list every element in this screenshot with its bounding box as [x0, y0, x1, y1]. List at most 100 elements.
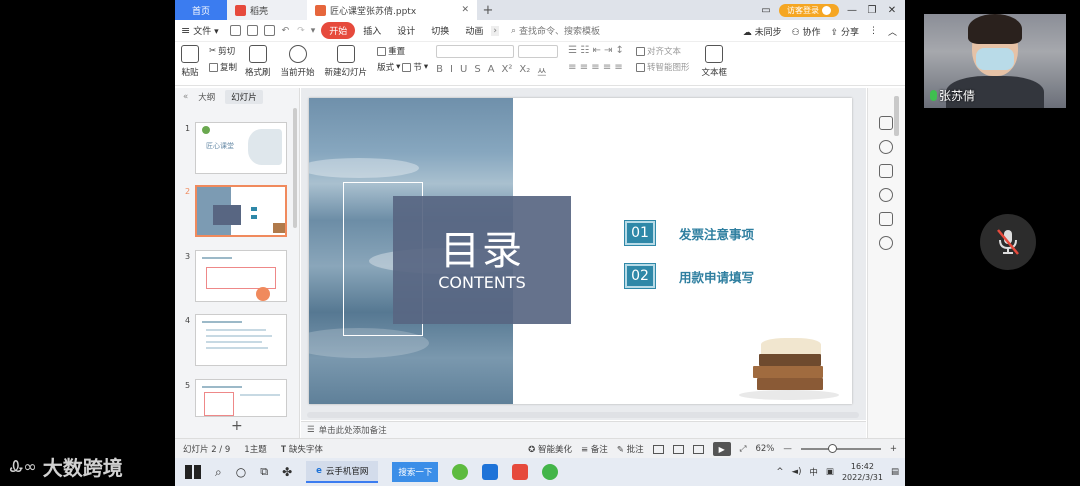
volume-icon[interactable]: ◄) [792, 467, 802, 477]
collapse-ribbon-icon[interactable]: ︿ [888, 25, 897, 38]
close-icon[interactable]: ✕ [885, 5, 899, 16]
wechat-icon[interactable] [542, 464, 559, 480]
thumbnail-2[interactable]: 2 [175, 185, 295, 239]
wps-tray-icon[interactable]: ▣ [826, 467, 834, 477]
notes-bar[interactable]: ☰ 单击此处添加备注 [301, 421, 866, 438]
add-slide-icon[interactable]: + [231, 418, 243, 434]
cut-button[interactable]: ✂ 剪切 [209, 45, 237, 57]
bold-icon[interactable]: B [436, 64, 443, 79]
reset-button[interactable]: 重置 [377, 45, 428, 57]
convert-smartart-button[interactable]: 转智能图形 [635, 61, 689, 73]
horizontal-scrollbar[interactable] [307, 412, 859, 418]
tab-home[interactable]: 首页 [175, 0, 227, 20]
subscript-icon[interactable]: X₂ [519, 64, 530, 79]
theme-label[interactable]: 1主题 [244, 443, 266, 455]
new-slide-button[interactable]: 新建幻灯片 [325, 45, 367, 78]
browser-icon[interactable] [452, 464, 469, 480]
share-button[interactable]: ⇪ 分享 [831, 25, 859, 38]
menu-insert[interactable]: 插入 [355, 24, 389, 37]
menu-more-icon[interactable]: › [491, 25, 499, 36]
menu-file[interactable]: 文件 ▾ [193, 24, 226, 37]
preview-icon[interactable] [263, 25, 275, 36]
menu-transition[interactable]: 切换 [423, 24, 457, 37]
new-tab-button[interactable]: + [477, 0, 499, 20]
reading-view-icon[interactable] [692, 444, 704, 454]
sync-button[interactable]: ☁ 未同步 [743, 25, 782, 38]
app-icon[interactable]: ✤ [282, 465, 292, 479]
menu-design[interactable]: 设计 [389, 24, 423, 37]
zoom-slider-knob[interactable] [827, 444, 837, 453]
ime-indicator[interactable]: 中 [809, 466, 818, 478]
toc-item-2[interactable]: 02 用款申请填写 [624, 263, 754, 289]
phonetic-icon[interactable]: 쓰 [537, 64, 546, 79]
slide-icon[interactable] [879, 164, 893, 178]
cortana-icon[interactable]: ○ [236, 465, 246, 479]
align-text-button[interactable]: 对齐文本 [635, 45, 690, 57]
zoom-slider[interactable] [800, 444, 881, 453]
toc-item-1[interactable]: 01 发票注意事项 [624, 220, 754, 246]
copy-button[interactable]: 复制 [209, 61, 237, 73]
font-color-icon[interactable]: A [488, 64, 495, 79]
tray-expand-icon[interactable]: ^ [776, 467, 783, 477]
hamburger-icon[interactable]: ≡ [181, 24, 190, 37]
task-view-icon[interactable]: ⧉ [260, 465, 268, 479]
collapse-pane-icon[interactable]: « [183, 92, 188, 102]
layout-button[interactable]: 版式 ▾ 节 ▾ [377, 61, 428, 73]
windows-start-icon[interactable] [185, 465, 201, 479]
undo-icon[interactable]: ↶ [282, 26, 290, 36]
underline-icon[interactable]: U [460, 64, 467, 79]
thumbnail-3[interactable]: 3 [175, 250, 295, 304]
comments-button[interactable]: ✎ 批注 [617, 443, 644, 455]
tab-slides[interactable]: 幻灯片 [225, 90, 263, 104]
menu-home[interactable]: 开始 [321, 22, 356, 39]
login-button[interactable]: 访客登录 [779, 3, 839, 17]
thumbnail-4[interactable]: 4 [175, 314, 295, 368]
normal-view-icon[interactable] [652, 444, 664, 454]
font-size-select[interactable] [518, 45, 559, 58]
slideshow-play-button[interactable]: ▶ [712, 442, 731, 456]
superscript-icon[interactable]: X² [502, 64, 513, 79]
restore-icon[interactable]: ❐ [865, 5, 879, 16]
sorter-view-icon[interactable] [672, 444, 684, 454]
more-options-icon[interactable]: ⋮ [869, 26, 878, 36]
menu-animation[interactable]: 动画 [457, 24, 491, 37]
quick-access-more-icon[interactable]: ▾ [311, 26, 316, 36]
paste-button[interactable]: 粘贴 [181, 45, 199, 78]
print-icon[interactable] [246, 25, 258, 36]
format-painter-button[interactable]: 格式刷 [245, 45, 271, 78]
notes-toggle-button[interactable]: ≡ 备注 [581, 443, 608, 455]
smart-beautify-button[interactable]: ✪ 智能美化 [528, 443, 572, 455]
tab-close-icon[interactable]: ✕ [461, 5, 469, 15]
slide[interactable]: 目录 CONTENTS 01 发票注意事项 02 用款申请填写 [309, 98, 852, 404]
wps-icon[interactable] [512, 464, 529, 480]
tab-outline[interactable]: 大纲 [198, 91, 215, 103]
pin-icon[interactable] [879, 140, 893, 154]
play-from-current-button[interactable]: 当前开始 [281, 45, 315, 78]
list-icons[interactable]: ☰ ☷ ⇤ ⇥ ↕ [568, 45, 624, 56]
minimize-icon[interactable]: — [845, 5, 859, 16]
adjust-icon[interactable] [879, 116, 893, 130]
collab-button[interactable]: ⚇ 协作 [792, 25, 821, 38]
mute-microphone-button[interactable] [980, 214, 1036, 270]
zoom-level[interactable]: 62% [755, 444, 774, 454]
taskbar-app-cloudphone[interactable]: e 云手机官网 [306, 461, 379, 483]
location-icon[interactable] [879, 236, 893, 250]
save-icon[interactable] [229, 25, 241, 36]
align-icons[interactable]: ≡ ≡ ≡ ≡ ≡ [568, 62, 624, 73]
command-search[interactable]: ⌕ 查找命令、搜索模板 [511, 24, 600, 38]
font-family-select[interactable] [436, 45, 515, 58]
meeting-icon[interactable] [482, 464, 499, 480]
image-icon[interactable] [879, 212, 893, 226]
italic-icon[interactable]: I [450, 64, 453, 79]
zoom-in-icon[interactable]: + [890, 444, 897, 454]
video-camera-feed[interactable]: 张苏倩 [924, 14, 1066, 108]
tab-docer[interactable]: 稻壳 [227, 0, 307, 20]
help-icon[interactable] [879, 188, 893, 202]
thumbnail-1[interactable]: 1 匠心课堂 [175, 122, 295, 176]
notification-icon[interactable]: ▤ [891, 467, 899, 477]
clock[interactable]: 16:42 2022/3/31 [842, 461, 883, 483]
title-box[interactable]: 目录 CONTENTS [393, 196, 571, 324]
vertical-scrollbar[interactable] [894, 96, 899, 136]
taskbar-search-button[interactable]: 搜索一下 [392, 462, 439, 482]
textbox-button[interactable]: 文本框 [701, 45, 727, 78]
